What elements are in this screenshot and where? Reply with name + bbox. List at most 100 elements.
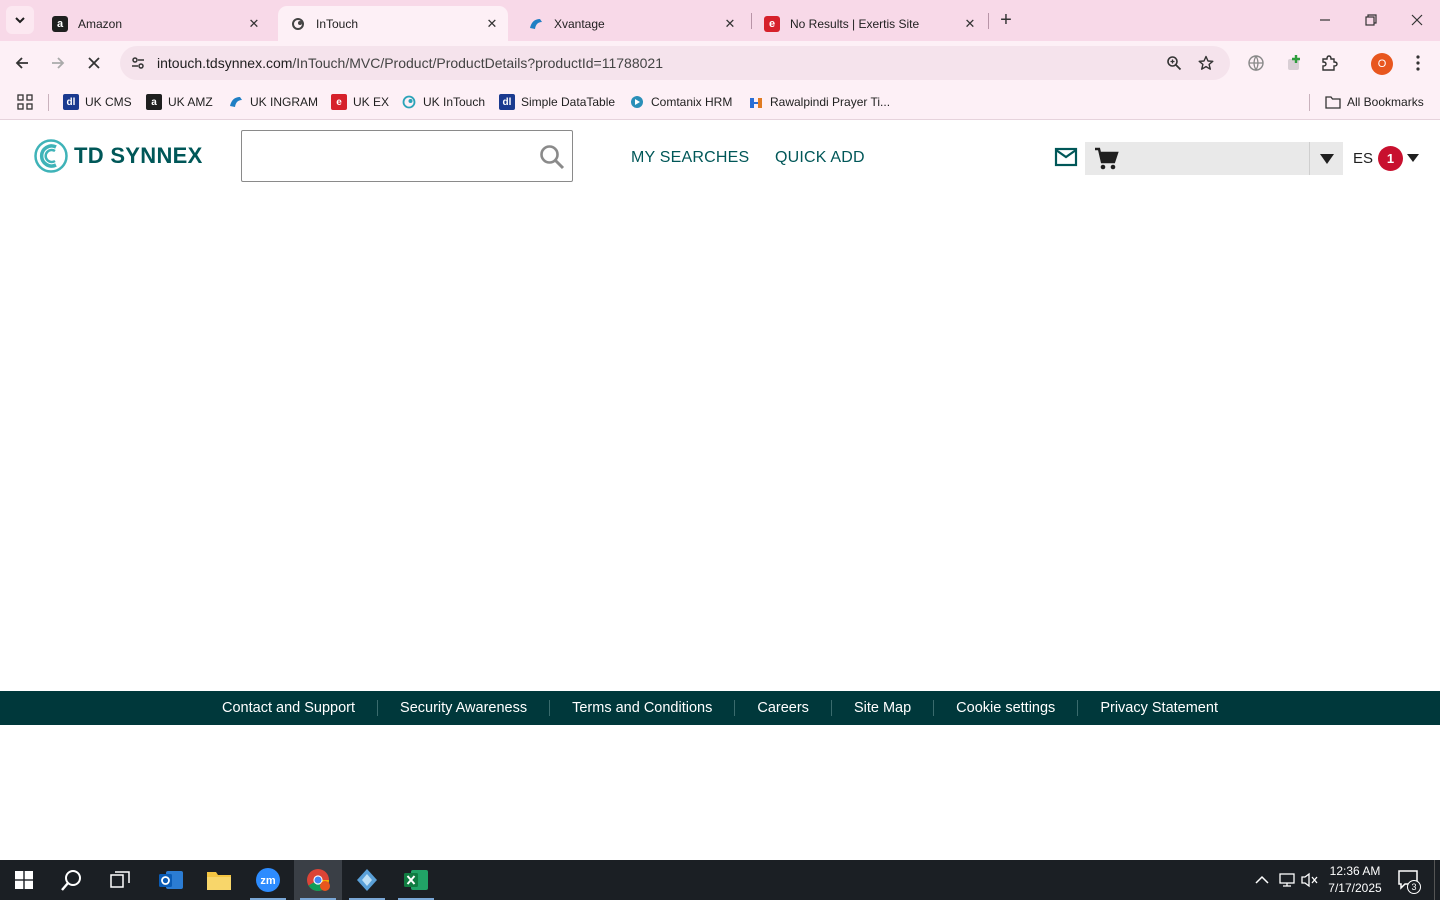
footer-link-cookie-settings[interactable]: Cookie settings: [934, 700, 1077, 716]
bookmark-comtanix-hrm[interactable]: Comtanix HRM: [629, 92, 732, 112]
new-tab-button[interactable]: +: [994, 8, 1018, 32]
address-bar[interactable]: intouch.tdsynnex.com/InTouch/MVC/Product…: [120, 46, 1230, 80]
close-icon: [1411, 14, 1423, 26]
tune-icon: [132, 57, 144, 69]
tab-label: Xvantage: [554, 16, 605, 31]
tab-exertis[interactable]: e No Results | Exertis Site ✕: [752, 6, 986, 41]
messages-button[interactable]: [1054, 146, 1078, 168]
task-view-icon: [110, 871, 130, 888]
footer-link-terms[interactable]: Terms and Conditions: [550, 700, 734, 716]
close-icon[interactable]: ✕: [720, 14, 740, 34]
tab-xvantage[interactable]: Xvantage ✕: [516, 6, 746, 41]
my-searches-link[interactable]: MY SEARCHES: [631, 149, 749, 167]
start-button[interactable]: [0, 860, 48, 900]
notification-badge[interactable]: 1: [1378, 146, 1403, 171]
tab-label: Amazon: [78, 16, 123, 31]
task-view-button[interactable]: [96, 860, 144, 900]
bookmark-uk-cms[interactable]: dl UK CMS: [63, 92, 132, 112]
chrome-icon: [307, 869, 330, 891]
excel-app[interactable]: [392, 860, 440, 900]
tab-search-button[interactable]: [6, 6, 34, 34]
file-explorer-app[interactable]: [195, 860, 243, 900]
cart-bar[interactable]: [1085, 142, 1343, 175]
volume-muted-icon: [1301, 872, 1318, 888]
intouch-icon: [290, 16, 306, 32]
volume-button[interactable]: [1300, 870, 1320, 890]
forward-button[interactable]: [44, 49, 72, 77]
zoom-app[interactable]: zm: [244, 860, 292, 900]
product-search-input[interactable]: [252, 141, 522, 171]
system-clock[interactable]: 12:36 AM 7/17/2025: [1320, 863, 1390, 897]
close-icon[interactable]: ✕: [482, 14, 502, 34]
tab-label: No Results | Exertis Site: [790, 16, 920, 31]
footer-link-site-map[interactable]: Site Map: [832, 700, 933, 716]
zoom-app-icon: zm: [256, 868, 280, 892]
amazon-icon: a: [52, 15, 68, 32]
stop-loading-button[interactable]: [80, 49, 108, 77]
bookmarks-separator: [1309, 94, 1310, 111]
restore-button[interactable]: [1359, 8, 1383, 32]
search-icon: [61, 870, 81, 891]
taskbar-search-button[interactable]: [48, 860, 96, 900]
apps-grid-icon: [17, 94, 33, 110]
site-info-button[interactable]: [128, 53, 148, 73]
caret-down-icon[interactable]: [1406, 153, 1420, 163]
bookmark-uk-ingram[interactable]: UK INGRAM: [228, 92, 318, 112]
arrow-left-icon: [15, 57, 28, 69]
bookmark-uk-ex[interactable]: e UK EX: [331, 92, 389, 112]
bookmarks-separator: [48, 94, 49, 111]
bookmark-star-button[interactable]: [1196, 53, 1216, 73]
close-window-button[interactable]: [1405, 8, 1429, 32]
cart-dropdown-button[interactable]: [1309, 142, 1343, 175]
network-button[interactable]: [1277, 870, 1297, 890]
bookmark-rawalpindi-prayer[interactable]: Rawalpindi Prayer Ti...: [748, 92, 890, 112]
extension-button[interactable]: [1283, 52, 1305, 74]
translate-button[interactable]: [1245, 52, 1267, 74]
back-button[interactable]: [8, 49, 36, 77]
product-search-box: [241, 130, 573, 182]
extensions-menu-button[interactable]: [1318, 52, 1340, 74]
folder-icon: [1325, 94, 1341, 110]
exertis-icon: e: [331, 94, 347, 110]
bookmark-uk-intouch[interactable]: UK InTouch: [401, 92, 485, 112]
bookmark-uk-amz[interactable]: a UK AMZ: [146, 92, 213, 112]
bookmark-label: UK EX: [353, 95, 390, 109]
logo-text: TD SYNNEX: [74, 143, 203, 168]
tab-amazon[interactable]: a Amazon ✕: [40, 6, 270, 41]
vscode-app[interactable]: [343, 860, 391, 900]
tab-label: InTouch: [316, 16, 359, 31]
profile-avatar[interactable]: O: [1371, 53, 1393, 75]
windows-logo-icon: [15, 871, 33, 889]
ingram-icon: [228, 94, 244, 110]
td-synnex-logo-icon: [34, 139, 68, 173]
tab-intouch[interactable]: InTouch ✕: [278, 6, 508, 41]
zoom-button[interactable]: [1164, 53, 1184, 73]
user-initials[interactable]: ES: [1353, 150, 1373, 167]
clock-date: 7/17/2025: [1328, 881, 1382, 895]
quick-add-link[interactable]: QUICK ADD: [775, 149, 865, 167]
footer-link-careers[interactable]: Careers: [735, 700, 831, 716]
close-icon[interactable]: ✕: [960, 14, 980, 34]
footer-link-contact-support[interactable]: Contact and Support: [200, 700, 377, 716]
app-diamond-icon: [357, 869, 377, 891]
prayer-icon: [748, 94, 764, 110]
outlook-app[interactable]: [147, 860, 195, 900]
apps-button[interactable]: [17, 92, 33, 112]
show-desktop-button[interactable]: [1434, 860, 1440, 900]
minimize-button[interactable]: [1313, 8, 1337, 32]
browser-menu-button[interactable]: [1407, 52, 1429, 74]
td-synnex-logo[interactable]: TD SYNNEX: [34, 139, 203, 173]
folder-icon: [207, 872, 231, 890]
bookmark-simple-datatable[interactable]: dl Simple DataTable: [499, 92, 615, 112]
footer-link-privacy[interactable]: Privacy Statement: [1078, 700, 1240, 716]
footer-link-security-awareness[interactable]: Security Awareness: [378, 700, 549, 716]
exertis-icon: e: [764, 15, 780, 32]
chrome-app[interactable]: [294, 860, 342, 900]
close-icon[interactable]: ✕: [244, 14, 264, 34]
url-text[interactable]: intouch.tdsynnex.com/InTouch/MVC/Product…: [157, 55, 663, 71]
search-button[interactable]: [538, 143, 566, 171]
tray-overflow-button[interactable]: [1252, 870, 1272, 890]
zoom-icon: [1167, 56, 1182, 71]
star-icon: [1198, 55, 1214, 70]
all-bookmarks-button[interactable]: All Bookmarks: [1325, 92, 1424, 112]
